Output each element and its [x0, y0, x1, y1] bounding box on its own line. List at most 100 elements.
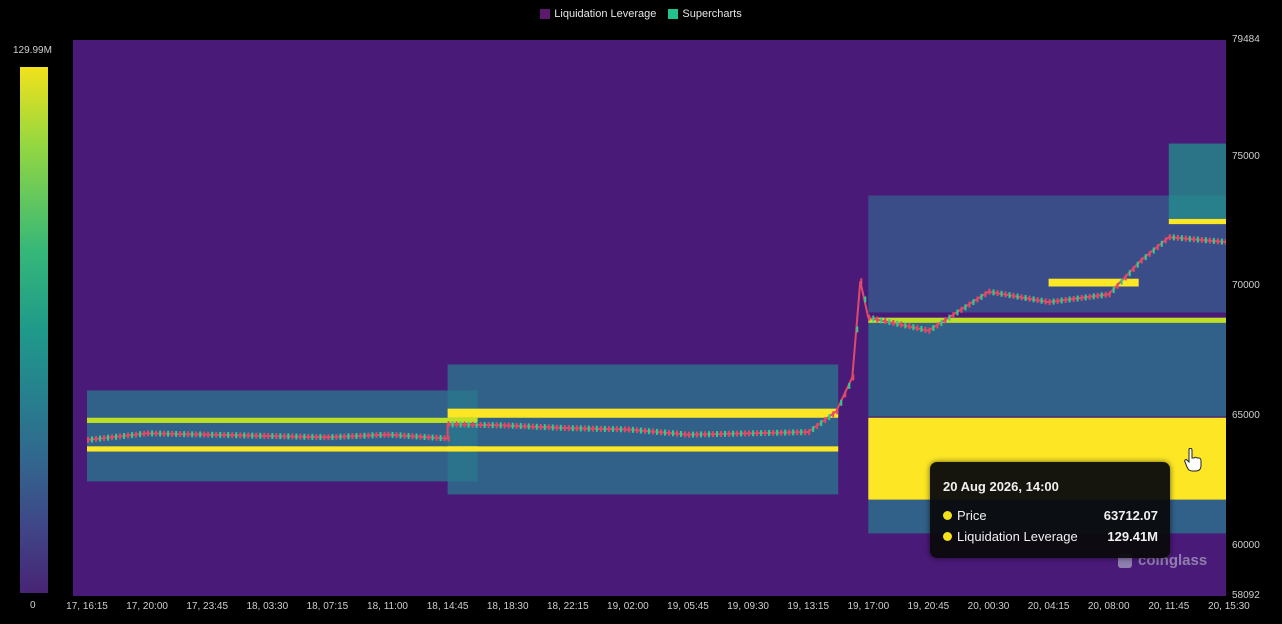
price-candle	[611, 426, 614, 433]
price-candle	[760, 430, 763, 437]
x-tick-label: 20, 15:30	[1208, 601, 1250, 612]
tooltip-title: 20 Aug 2026, 14:00	[943, 479, 1059, 494]
price-candle	[635, 427, 638, 434]
price-candle	[848, 382, 851, 389]
x-tick-label: 18, 11:00	[367, 601, 408, 612]
price-candle	[708, 431, 711, 438]
price-candle	[663, 429, 666, 436]
price-candle	[607, 426, 610, 433]
price-candle	[255, 432, 258, 439]
price-candle	[143, 430, 146, 437]
price-candle	[399, 432, 402, 439]
y-tick-label: 58092	[1232, 590, 1260, 601]
price-candle	[319, 434, 322, 441]
price-candle	[1152, 247, 1155, 254]
price-candle	[736, 430, 739, 437]
x-tick-label: 19, 17:00	[847, 601, 890, 612]
price-candle	[543, 424, 546, 431]
price-candle	[852, 374, 855, 381]
price-candle	[643, 427, 646, 434]
price-candle	[471, 421, 474, 428]
price-candle	[720, 430, 723, 437]
tooltip-liquidation-value: 129.41M	[1107, 529, 1158, 544]
liquidation-band-6	[868, 317, 1226, 323]
price-candle	[571, 425, 574, 432]
heat-haze-1	[447, 364, 839, 495]
price-candle	[1112, 287, 1115, 294]
price-candle	[1220, 238, 1223, 245]
price-candle	[856, 326, 859, 333]
price-candle	[219, 431, 222, 438]
price-candle	[1064, 297, 1067, 304]
price-candle	[359, 432, 362, 439]
price-candle	[880, 317, 883, 324]
liquidation-band-7	[1168, 218, 1226, 225]
price-candle	[796, 429, 799, 436]
price-candle	[724, 430, 727, 437]
price-candle	[944, 317, 947, 324]
price-candle	[764, 430, 767, 437]
price-candle	[311, 433, 314, 440]
price-candle	[675, 430, 678, 437]
price-candle	[87, 436, 89, 443]
price-candle	[1160, 240, 1163, 247]
price-candle	[1068, 296, 1071, 303]
price-candle	[203, 431, 206, 438]
price-candle	[996, 290, 999, 297]
price-candle	[91, 436, 94, 443]
price-candle	[1148, 250, 1151, 257]
price-candle	[463, 421, 466, 428]
price-candle	[407, 432, 410, 439]
tooltip-price-value: 63712.07	[1103, 508, 1158, 523]
price-candle	[275, 433, 278, 440]
x-tick-label: 20, 11:45	[1148, 601, 1190, 612]
price-candle	[251, 432, 254, 439]
price-candle	[523, 423, 526, 430]
price-candle	[659, 429, 662, 436]
price-candle	[667, 429, 670, 436]
price-candle	[1040, 297, 1043, 304]
price-candle	[1168, 234, 1171, 241]
price-candle	[912, 324, 915, 331]
price-candle	[1140, 257, 1143, 264]
price-candle	[207, 431, 210, 438]
price-candle	[299, 433, 302, 440]
y-tick-label: 70000	[1232, 280, 1260, 292]
price-candle	[844, 391, 847, 398]
price-candle	[1196, 236, 1199, 243]
price-candle	[591, 425, 594, 432]
price-candle	[1156, 244, 1159, 251]
price-candle	[175, 430, 178, 437]
colorbar	[20, 67, 48, 593]
price-candle	[327, 434, 330, 441]
price-candle	[1036, 297, 1039, 304]
price-candle	[323, 434, 326, 441]
legend-item-1[interactable]: Supercharts	[668, 8, 742, 20]
price-candle	[696, 431, 699, 438]
tooltip-price-label: Price	[957, 508, 987, 523]
price-candle	[1056, 298, 1059, 305]
price-candle	[183, 431, 186, 438]
x-tick-label: 18, 03:30	[246, 601, 289, 612]
price-candle	[920, 325, 923, 332]
tooltip-liquidation-label: Liquidation Leverage	[957, 529, 1078, 544]
price-candle	[239, 432, 242, 439]
price-candle	[123, 432, 126, 439]
chart-legend: Liquidation Leverage Supercharts	[0, 8, 1282, 20]
price-candle	[647, 428, 650, 435]
price-candle	[1044, 298, 1047, 305]
price-candle	[619, 426, 622, 433]
price-candle	[700, 431, 703, 438]
legend-item-0[interactable]: Liquidation Leverage	[540, 8, 656, 20]
x-tick-label: 18, 07:15	[306, 601, 349, 612]
price-candle	[451, 421, 454, 428]
price-candle	[587, 425, 590, 432]
price-candle	[443, 435, 446, 442]
hand-cursor-icon	[1184, 448, 1202, 472]
price-candle	[679, 430, 682, 437]
price-candle	[171, 430, 174, 437]
price-candle	[692, 431, 695, 438]
price-candle	[868, 314, 871, 321]
price-candle	[892, 319, 895, 326]
price-candle	[688, 431, 690, 438]
